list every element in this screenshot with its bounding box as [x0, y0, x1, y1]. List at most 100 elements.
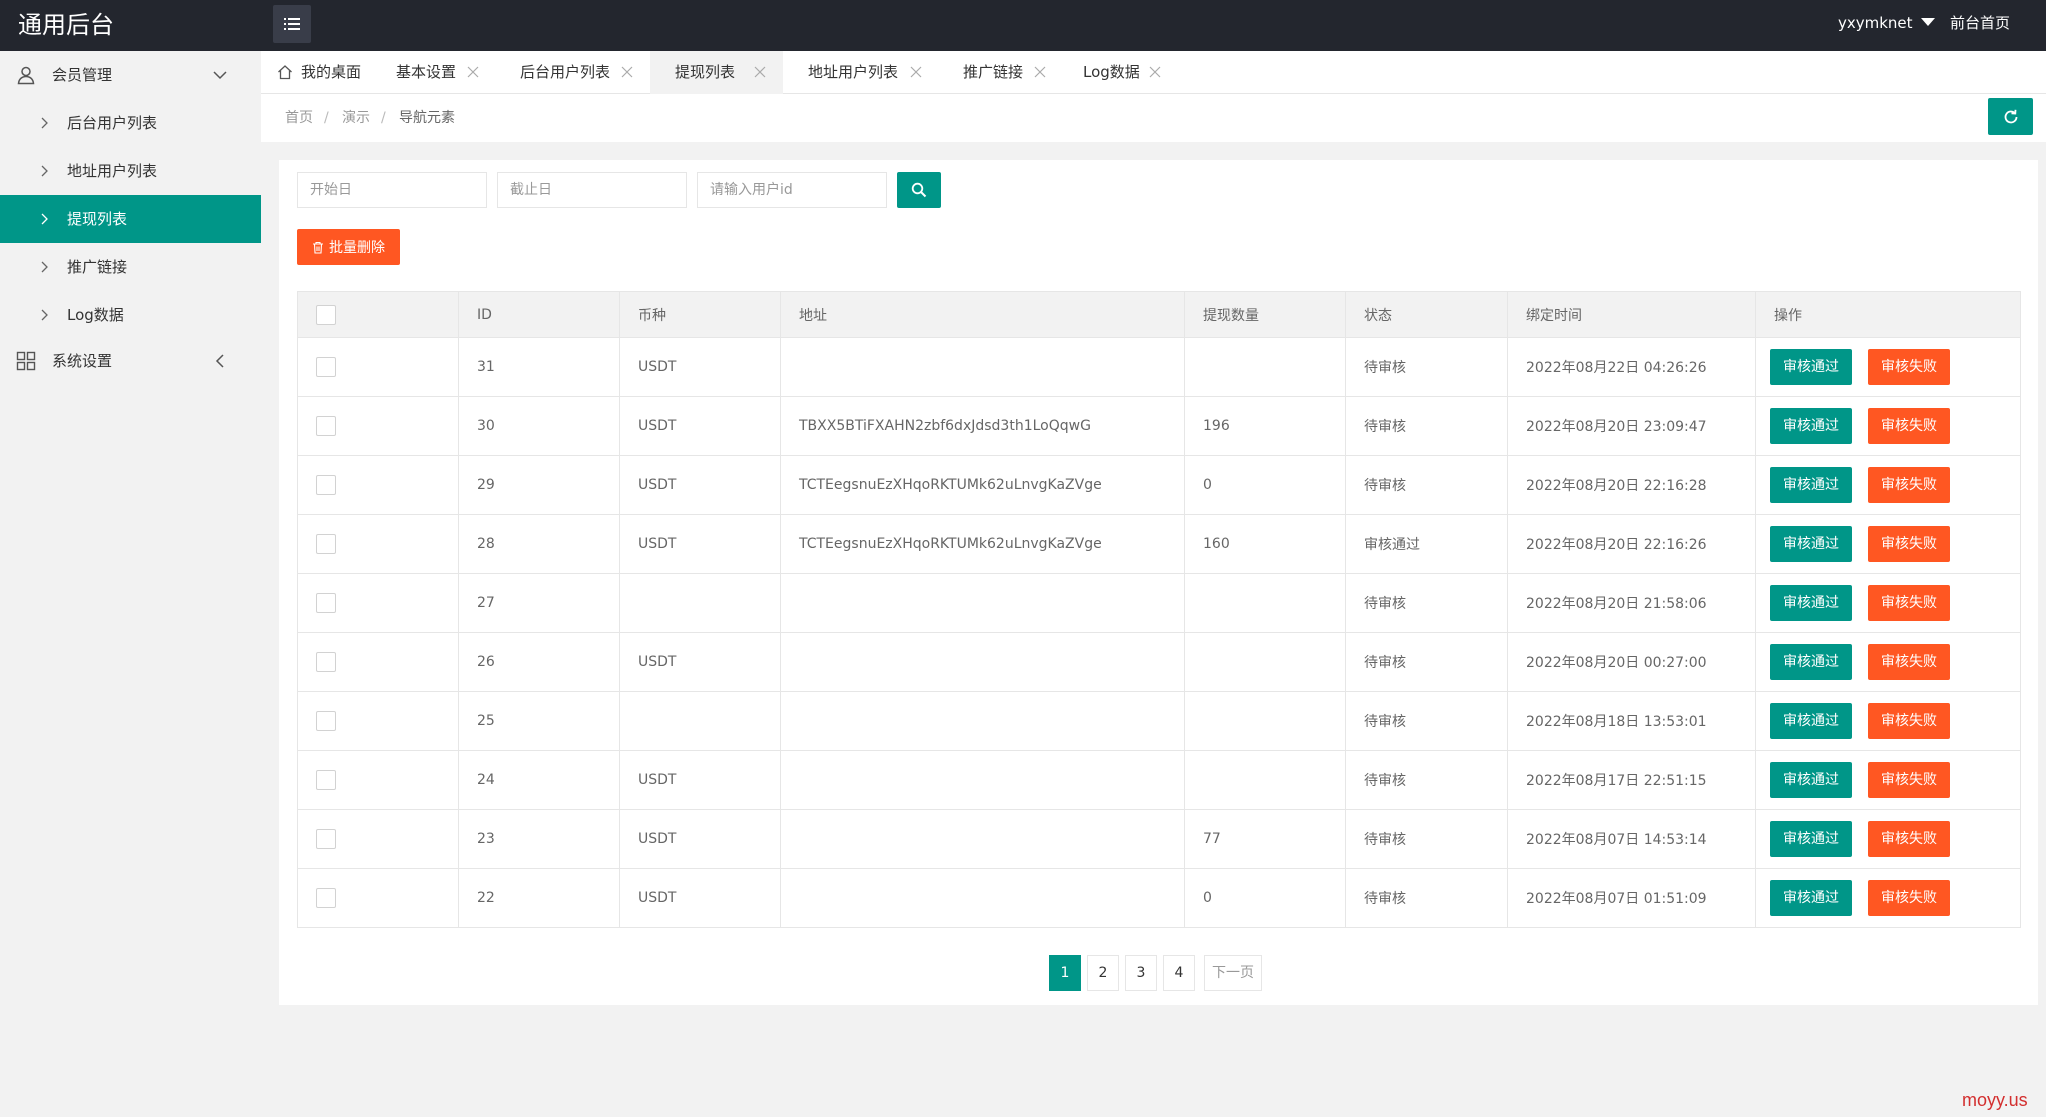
row-checkbox[interactable]	[316, 652, 336, 672]
sidebar-item-address-users[interactable]: 地址用户列表	[0, 147, 261, 195]
table-row: 29 USDT TCTEegsnuEzXHqoRKTUMk62uLnvgKaZVge…	[297, 455, 2021, 515]
tab-promo-links[interactable]: 推广链接	[938, 51, 1063, 94]
close-icon[interactable]	[754, 66, 766, 78]
cell-coin: USDT	[619, 868, 781, 928]
start-date-input[interactable]	[297, 172, 487, 208]
chevron-right-icon	[41, 261, 48, 273]
breadcrumb-item[interactable]: 演示	[342, 94, 370, 142]
approve-button[interactable]: 审核通过	[1770, 349, 1852, 385]
row-checkbox[interactable]	[316, 534, 336, 554]
chevron-left-icon	[215, 354, 224, 368]
close-icon[interactable]	[910, 66, 922, 78]
reject-button[interactable]: 审核失败	[1868, 408, 1950, 444]
tab-withdrawals[interactable]: 提现列表	[650, 51, 783, 94]
approve-button[interactable]: 审核通过	[1770, 703, 1852, 739]
cell-address	[780, 337, 1185, 397]
user-menu[interactable]: yxymknet	[1838, 0, 1935, 51]
cell-amount: 0	[1184, 455, 1346, 515]
row-checkbox[interactable]	[316, 829, 336, 849]
cell-status: 待审核	[1345, 632, 1508, 692]
cell-id: 23	[458, 809, 620, 869]
chevron-right-icon	[41, 309, 48, 321]
row-checkbox[interactable]	[316, 888, 336, 908]
tab-my-desktop[interactable]: 我的桌面	[261, 51, 371, 94]
cell-status: 待审核	[1345, 868, 1508, 928]
end-date-input[interactable]	[497, 172, 687, 208]
cell-actions: 审核通过 审核失败	[1755, 514, 2021, 574]
row-checkbox[interactable]	[316, 711, 336, 731]
cell-status: 审核通过	[1345, 514, 1508, 574]
refresh-button[interactable]	[1988, 98, 2033, 135]
tab-address-users[interactable]: 地址用户列表	[783, 51, 938, 94]
row-checkbox[interactable]	[316, 475, 336, 495]
userid-input[interactable]	[697, 172, 887, 208]
cell-address: TCTEegsnuEzXHqoRKTUMk62uLnvgKaZVge	[780, 514, 1185, 574]
reject-button[interactable]: 审核失败	[1868, 880, 1950, 916]
next-page-button[interactable]: 下一页	[1204, 955, 1262, 991]
row-checkbox[interactable]	[316, 770, 336, 790]
sidebar-item-promo-links[interactable]: 推广链接	[0, 243, 261, 291]
reject-button[interactable]: 审核失败	[1868, 644, 1950, 680]
batch-delete-label: 批量删除	[329, 240, 385, 256]
reject-button[interactable]: 审核失败	[1868, 526, 1950, 562]
reject-button[interactable]: 审核失败	[1868, 821, 1950, 857]
reject-button[interactable]: 审核失败	[1868, 703, 1950, 739]
sidebar-item-withdrawals[interactable]: 提现列表	[0, 195, 261, 243]
batch-delete-button[interactable]: 批量删除	[297, 229, 400, 265]
close-icon[interactable]	[621, 66, 633, 78]
cell-status: 待审核	[1345, 573, 1508, 633]
table-row: 26 USDT 待审核 2022年08月20日 00:27:00 审核通过 审核失败	[297, 632, 2021, 692]
approve-button[interactable]: 审核通过	[1770, 408, 1852, 444]
breadcrumb-item[interactable]: 首页	[285, 94, 313, 142]
approve-button[interactable]: 审核通过	[1770, 585, 1852, 621]
page-2[interactable]: 2	[1087, 955, 1119, 991]
menu-toggle-button[interactable]	[273, 5, 311, 43]
tab-log-data[interactable]: Log数据	[1063, 51, 1183, 94]
approve-button[interactable]: 审核通过	[1770, 821, 1852, 857]
front-home-link[interactable]: 前台首页	[1950, 0, 2010, 46]
sidebar-item-log-data[interactable]: Log数据	[0, 291, 261, 339]
close-icon[interactable]	[1149, 66, 1161, 78]
sidebar-group-member[interactable]: 会员管理	[0, 51, 261, 99]
approve-button[interactable]: 审核通过	[1770, 880, 1852, 916]
close-icon[interactable]	[1034, 66, 1046, 78]
column-header: 提现数量	[1184, 291, 1346, 338]
close-icon[interactable]	[467, 66, 479, 78]
page-4[interactable]: 4	[1163, 955, 1195, 991]
cell-address	[780, 632, 1185, 692]
cell-address: TBXX5BTiFXAHN2zbf6dxJdsd3th1LoQqwG	[780, 396, 1185, 456]
cell-coin: USDT	[619, 455, 781, 515]
reject-button[interactable]: 审核失败	[1868, 585, 1950, 621]
reject-button[interactable]: 审核失败	[1868, 349, 1950, 385]
cell-amount	[1184, 750, 1346, 810]
search-button[interactable]	[897, 172, 941, 208]
reject-button[interactable]: 审核失败	[1868, 762, 1950, 798]
row-checkbox[interactable]	[316, 593, 336, 613]
cell-actions: 审核通过 审核失败	[1755, 337, 2021, 397]
approve-button[interactable]: 审核通过	[1770, 467, 1852, 503]
reject-button[interactable]: 审核失败	[1868, 467, 1950, 503]
top-header: 通用后台 yxymknet 前台首页	[0, 0, 2046, 51]
refresh-icon	[2004, 109, 2017, 123]
select-all-checkbox[interactable]	[316, 304, 336, 325]
tab-admin-users[interactable]: 后台用户列表	[495, 51, 650, 94]
sidebar-item-admin-users[interactable]: 后台用户列表	[0, 99, 261, 147]
page-1[interactable]: 1	[1049, 955, 1081, 991]
page-3[interactable]: 3	[1125, 955, 1157, 991]
sidebar-group-system[interactable]: 系统设置	[0, 339, 261, 383]
row-checkbox[interactable]	[316, 416, 336, 436]
trash-icon	[313, 241, 323, 254]
approve-button[interactable]: 审核通过	[1770, 644, 1852, 680]
chevron-right-icon	[41, 117, 48, 129]
approve-button[interactable]: 审核通过	[1770, 762, 1852, 798]
tab-basic-settings[interactable]: 基本设置	[371, 51, 495, 94]
approve-button[interactable]: 审核通过	[1770, 526, 1852, 562]
table-row: 24 USDT 待审核 2022年08月17日 22:51:15 审核通过 审核失败	[297, 750, 2021, 810]
list-icon	[284, 18, 300, 30]
cell-coin: USDT	[619, 337, 781, 397]
row-checkbox-cell	[297, 809, 459, 869]
sidebar-group-label: 系统设置	[52, 352, 113, 370]
row-checkbox[interactable]	[316, 357, 336, 377]
chevron-right-icon	[41, 213, 48, 225]
cell-status: 待审核	[1345, 691, 1508, 751]
